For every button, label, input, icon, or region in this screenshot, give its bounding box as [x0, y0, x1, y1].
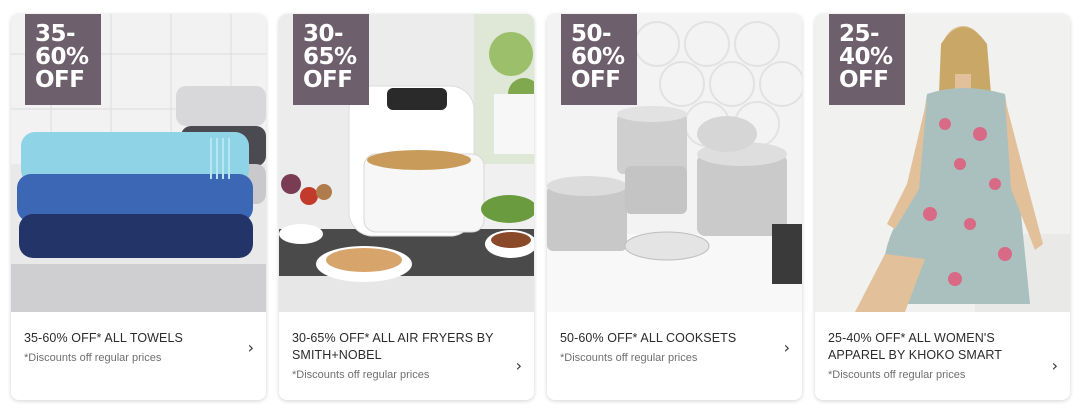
chevron-right-icon[interactable]: › [1052, 356, 1058, 375]
promo-subtitle: *Discounts off regular prices [560, 352, 698, 364]
cookset-image: 50- 60% OFF [547, 14, 802, 312]
chevron-right-icon[interactable]: › [784, 338, 790, 357]
badge-line2: 60% [571, 44, 625, 70]
promo-subtitle: *Discounts off regular prices [24, 352, 162, 364]
promo-card-womens-apparel[interactable]: 25- 40% OFF 25-40% OFF* ALL WOMEN'S APPA… [815, 14, 1070, 400]
badge-line2: 60% [35, 44, 89, 70]
promo-title[interactable]: 35-60% OFF* ALL TOWELS [24, 330, 229, 347]
promo-card-towels[interactable]: 35- 60% OFF 35-60% OFF* ALL TOWELS *Disc… [11, 14, 266, 400]
badge-line3: OFF [571, 67, 621, 93]
badge-line1: 25- [839, 21, 880, 47]
discount-badge: 30- 65% OFF [293, 14, 369, 105]
towels-image: 35- 60% OFF [11, 14, 266, 312]
promo-title[interactable]: 30-65% OFF* ALL AIR FRYERS BY SMITH+NOBE… [292, 330, 497, 364]
chevron-right-icon[interactable]: › [248, 338, 254, 357]
promo-subtitle: *Discounts off regular prices [828, 369, 966, 381]
chevron-right-icon[interactable]: › [516, 356, 522, 375]
discount-badge: 25- 40% OFF [829, 14, 905, 105]
badge-line1: 50- [571, 21, 612, 47]
promo-subtitle: *Discounts off regular prices [292, 369, 430, 381]
air-fryer-image: 30- 65% OFF [279, 14, 534, 312]
discount-badge: 50- 60% OFF [561, 14, 637, 105]
badge-line1: 30- [303, 21, 344, 47]
badge-line1: 35- [35, 21, 76, 47]
badge-line3: OFF [839, 67, 889, 93]
badge-line3: OFF [303, 67, 353, 93]
promo-title[interactable]: 50-60% OFF* ALL COOKSETS [560, 330, 765, 347]
promo-card-air-fryers[interactable]: 30- 65% OFF 30-65% OFF* ALL AIR FRYERS B… [279, 14, 534, 400]
badge-line2: 65% [303, 44, 357, 70]
badge-line2: 40% [839, 44, 893, 70]
promo-title[interactable]: 25-40% OFF* ALL WOMEN'S APPAREL BY KHOKO… [828, 330, 1033, 364]
dress-model-image: 25- 40% OFF [815, 14, 1070, 312]
discount-badge: 35- 60% OFF [25, 14, 101, 105]
badge-line3: OFF [35, 67, 85, 93]
promo-card-cooksets[interactable]: 50- 60% OFF 50-60% OFF* ALL COOKSETS *Di… [547, 14, 802, 400]
